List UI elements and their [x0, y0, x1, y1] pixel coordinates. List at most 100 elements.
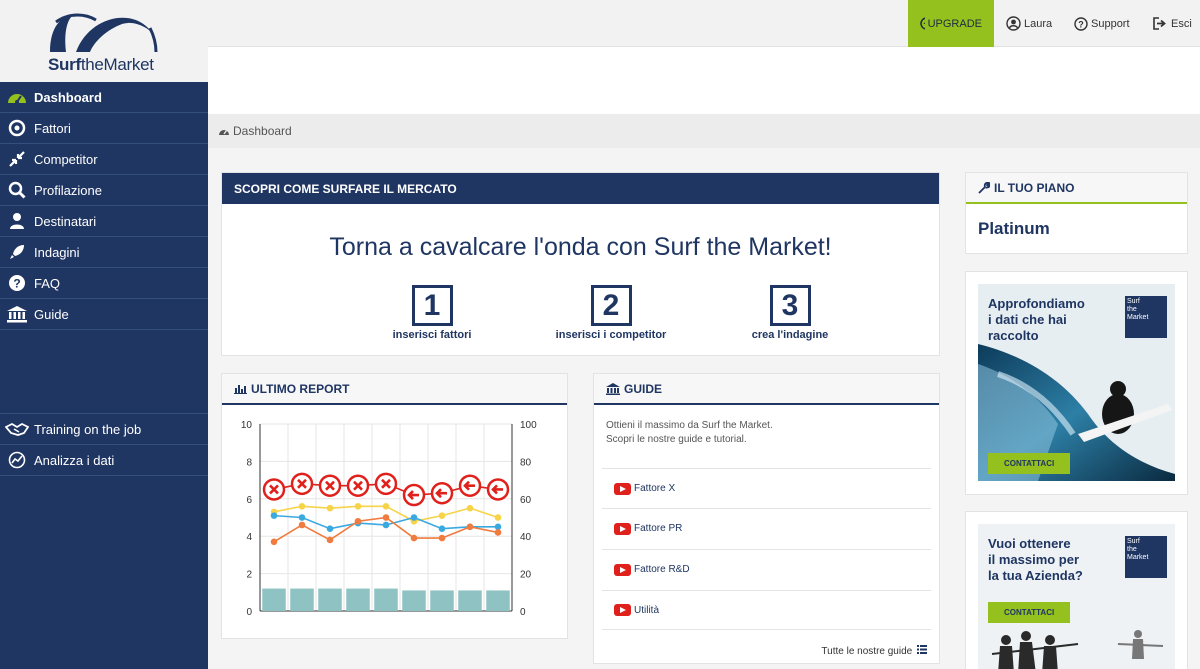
data-point [466, 523, 474, 531]
report-header: ULTIMO REPORT [222, 374, 567, 405]
ad-line: il massimo per [988, 552, 1080, 567]
sidebar-item-label: Competitor [34, 151, 98, 167]
ad-banner-1[interactable]: Approfondiamo i dati che hai raccolto Su… [978, 284, 1175, 481]
hero-title: Torna a cavalcare l'onda con Surf the Ma… [329, 233, 832, 261]
logout-label: Esci [1171, 17, 1192, 30]
ad-panel-2: Vuoi ottenere il massimo per la tua Azie… [965, 511, 1188, 669]
support-link[interactable]: ? Support [1074, 0, 1130, 47]
step-3[interactable]: 3 crea l'indagine [720, 285, 860, 341]
user-name: Laura [1024, 17, 1053, 30]
plan-title: IL TUO PIANO [994, 180, 1075, 195]
sidebar-item-destinatari[interactable]: Destinatari [0, 206, 208, 237]
guide-item-label: Fattore R&D [634, 564, 690, 575]
logo-text: SurftheMarket [48, 55, 154, 74]
logo[interactable]: SurftheMarket [0, 0, 208, 82]
arrow-up-circle-icon [920, 17, 925, 30]
target-icon [0, 119, 34, 137]
user-icon [0, 212, 34, 230]
report-panel: ULTIMO REPORT 0 2 4 6 8 10 0 20 40 60 80 100 [221, 373, 568, 639]
sidebar-item-label: Training on the job [34, 421, 142, 437]
step-2[interactable]: 2 inserisci i competitor [541, 285, 681, 341]
youtube-icon [614, 482, 631, 495]
y-tick-label-right: 60 [520, 495, 532, 506]
step-1[interactable]: 1 inserisci fattori [362, 285, 502, 341]
sidebar: SurftheMarket Dashboard Fattori Competit… [0, 0, 208, 669]
bar [430, 590, 454, 611]
compress-arrows-icon [0, 150, 34, 168]
wave-logo-icon [50, 13, 158, 53]
contact-button[interactable]: CONTATTACI [988, 602, 1071, 623]
step-caption: inserisci fattori [392, 329, 472, 341]
support-label: Support [1091, 17, 1130, 30]
bar [346, 588, 370, 611]
bar [374, 588, 398, 611]
ad-logo: Surf the Market [1125, 536, 1167, 578]
upgrade-button[interactable]: UPGRADE [908, 0, 994, 47]
data-point [410, 514, 418, 521]
guide-item[interactable]: Utilità [602, 590, 931, 630]
sidebar-item-training[interactable]: Training on the job [0, 414, 208, 445]
data-point [438, 512, 446, 519]
bar [458, 590, 482, 611]
step-caption: inserisci i competitor [555, 329, 667, 341]
rocket-icon [0, 243, 34, 261]
data-point [326, 525, 334, 533]
sidebar-item-label: Dashboard [34, 89, 102, 105]
data-point [270, 512, 278, 519]
sidebar-item-guide[interactable]: Guide [0, 299, 208, 330]
contact-button[interactable]: CONTATTACI [988, 453, 1071, 474]
step-number: 3 [769, 285, 811, 326]
plan-panel: IL TUO PIANO Platinum [965, 172, 1188, 254]
chart-magnifier-icon [0, 451, 34, 469]
sidebar-item-competitor[interactable]: Competitor [0, 144, 208, 175]
header-band [208, 47, 1200, 114]
guide-panel: GUIDE Ottieni il massimo da Surf the Mar… [593, 373, 940, 664]
guide-item[interactable]: Fattore X [602, 468, 931, 508]
sidebar-item-label: FAQ [34, 275, 61, 291]
guide-item[interactable]: Fattore PR [602, 508, 931, 548]
data-point [494, 529, 502, 536]
sidebar-item-fattori[interactable]: Fattori [0, 113, 208, 144]
guide-item-label: Utilità [634, 604, 660, 616]
sidebar-item-faq[interactable]: ? FAQ [0, 268, 208, 299]
dashboard-icon [219, 130, 229, 135]
ad-logo-line: the [1127, 306, 1137, 313]
report-chart[interactable]: 0246810020406080100 [222, 407, 567, 639]
hero-header: SCOPRI COME SURFARE IL MERCATO [222, 173, 939, 204]
breadcrumb-current[interactable]: Dashboard [233, 124, 292, 138]
data-point [298, 521, 306, 529]
report-title: ULTIMO REPORT [251, 381, 350, 396]
ad-logo-line: Market [1127, 314, 1149, 321]
guide-intro-line-1: Ottieni il massimo da Surf the Market. [606, 420, 773, 431]
series-line [273, 516, 499, 543]
y-tick-label-left: 2 [246, 570, 252, 581]
breadcrumb: Dashboard [208, 114, 1200, 148]
sidebar-item-profilazione[interactable]: Profilazione [0, 175, 208, 206]
svg-text:?: ? [1078, 19, 1084, 29]
sidebar-item-label: Fattori [34, 120, 71, 136]
sidebar-item-analizza[interactable]: Analizza i dati [0, 445, 208, 476]
ad-logo-line: Surf [1127, 298, 1140, 305]
sidebar-item-label: Destinatari [34, 213, 97, 229]
ad-line: i dati che hai [988, 312, 1067, 327]
list-icon [917, 645, 927, 654]
all-guides-link[interactable]: Tutte le nostre guide [821, 645, 927, 657]
sidebar-item-label: Analizza i dati [34, 452, 115, 468]
guide-item[interactable]: Fattore R&D [602, 549, 931, 589]
data-point [326, 504, 334, 512]
search-icon [0, 181, 34, 199]
ad-banner-2[interactable]: Vuoi ottenere il massimo per la tua Azie… [978, 524, 1175, 669]
y-tick-label-left: 0 [246, 607, 252, 618]
hero-panel: SCOPRI COME SURFARE IL MERCATO Torna a c… [221, 172, 940, 356]
sidebar-item-dashboard[interactable]: Dashboard [0, 82, 208, 113]
guide-item-label: Fattore X [634, 483, 676, 494]
logout-link[interactable]: Esci [1153, 0, 1192, 47]
ad-panel-1: Approfondiamo i dati che hai raccolto Su… [965, 271, 1188, 495]
plan-header: IL TUO PIANO [966, 173, 1187, 204]
bar [402, 590, 426, 611]
y-tick-label-right: 0 [520, 607, 526, 618]
sidebar-item-indagini[interactable]: Indagini [0, 237, 208, 268]
user-menu[interactable]: Laura [1006, 0, 1052, 47]
ad-logo: Surf the Market [1125, 296, 1167, 338]
guide-header: GUIDE [594, 374, 939, 405]
